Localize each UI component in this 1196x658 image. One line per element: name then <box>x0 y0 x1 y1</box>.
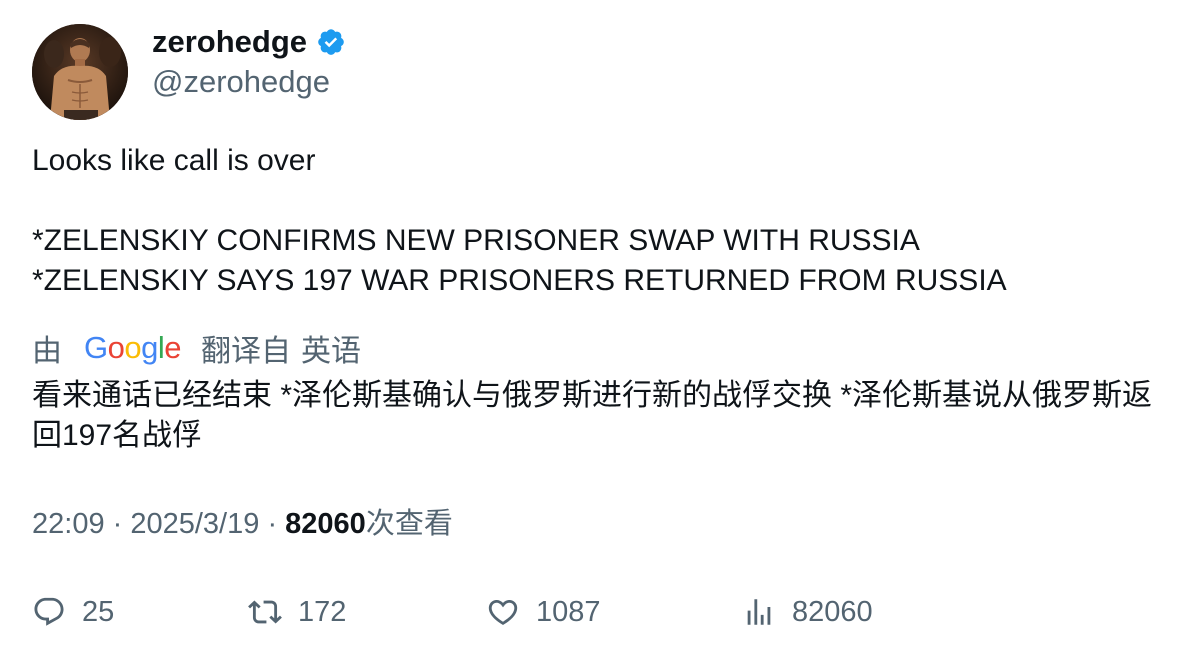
source-language-link[interactable]: 英语 <box>301 326 361 370</box>
translated-text: 看来通话已经结束 *泽伦斯基确认与俄罗斯进行新的战俘交换 *泽伦斯基说从俄罗斯返… <box>32 379 1153 452</box>
author-name-row: zerohedge <box>152 22 346 62</box>
tweet-time[interactable]: 22:09 <box>32 508 105 540</box>
author-display-name[interactable]: zerohedge <box>152 24 307 60</box>
translated-from-label: 翻译自 <box>201 335 292 368</box>
views-action-count: 82060 <box>792 595 873 628</box>
avatar-image <box>32 24 128 120</box>
views-label: 次查看 <box>365 508 453 540</box>
views-button[interactable]: 82060 <box>742 590 873 634</box>
tweet-line: *ZELENSKIY SAYS 197 WAR PRISONERS RETURN… <box>32 264 1007 297</box>
meta-separator: · <box>267 508 286 540</box>
author-handle[interactable]: @zerohedge <box>152 62 330 102</box>
tweet-card: zerohedge @zerohedge Looks like call is … <box>0 0 1196 658</box>
tweet-meta: 22:09 · 2025/3/19 · 82060次查看 <box>32 504 453 544</box>
retweet-icon <box>248 595 282 629</box>
translation-attribution: 由 Google 翻译自 英语 <box>32 328 361 368</box>
translation-prefix: 由 <box>32 335 62 368</box>
reply-count: 25 <box>82 595 115 628</box>
reply-icon <box>32 595 66 629</box>
tweet-date[interactable]: 2025/3/19 <box>130 508 259 540</box>
tweet-line: *ZELENSKIY CONFIRMS NEW PRISONER SWAP WI… <box>32 224 920 257</box>
action-bar: 25 172 1087 82060 <box>32 590 1172 634</box>
tweet-line: Looks like call is over <box>32 144 316 177</box>
like-count: 1087 <box>536 595 601 628</box>
google-logo: Google <box>84 330 182 365</box>
meta-separator: · <box>112 508 131 540</box>
views-count: 82060 <box>285 508 366 540</box>
heart-icon <box>486 595 520 629</box>
reply-button[interactable]: 25 <box>32 590 114 634</box>
like-button[interactable]: 1087 <box>486 590 601 634</box>
avatar[interactable] <box>32 24 128 120</box>
tweet-text: Looks like call is over *ZELENSKIY CONFI… <box>32 141 1172 301</box>
retweet-button[interactable]: 172 <box>248 590 346 634</box>
views-chart-icon <box>742 595 776 629</box>
verified-badge-icon <box>316 27 346 57</box>
retweet-count: 172 <box>298 595 347 628</box>
